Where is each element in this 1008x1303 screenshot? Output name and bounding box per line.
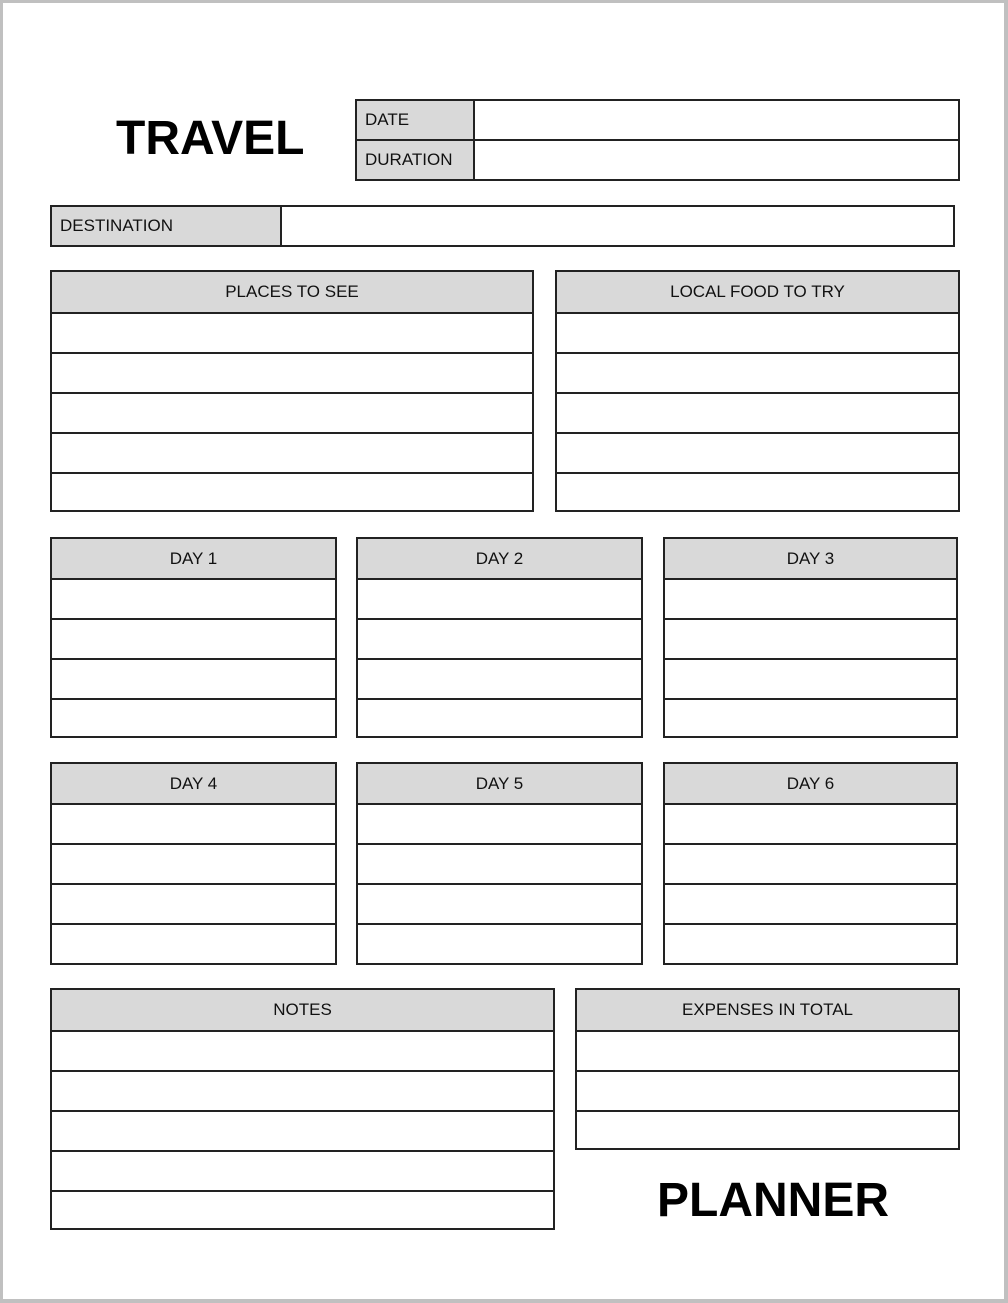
- duration-field[interactable]: [475, 141, 958, 179]
- notes-row[interactable]: [52, 1072, 553, 1112]
- date-field[interactable]: [475, 101, 958, 139]
- duration-label: DURATION: [357, 141, 475, 179]
- notes-row[interactable]: [52, 1152, 553, 1192]
- food-row[interactable]: [557, 434, 958, 474]
- destination-table: DESTINATION: [50, 205, 955, 247]
- planner-page: TRAVEL DATE DURATION DESTINATION PLACES …: [3, 3, 1004, 1299]
- day-3-header: DAY 3: [665, 539, 956, 580]
- day-4-header: DAY 4: [52, 764, 335, 805]
- notes-header: NOTES: [52, 990, 553, 1032]
- food-row[interactable]: [557, 474, 958, 510]
- notes-row[interactable]: [52, 1192, 553, 1228]
- local-food-table: LOCAL FOOD TO TRY: [555, 270, 960, 512]
- day-1-row[interactable]: [52, 620, 335, 660]
- day-5-header: DAY 5: [358, 764, 641, 805]
- places-row[interactable]: [52, 434, 532, 474]
- day-6-row[interactable]: [665, 805, 956, 845]
- day-1-row[interactable]: [52, 700, 335, 736]
- day-1-row[interactable]: [52, 580, 335, 620]
- notes-row[interactable]: [52, 1112, 553, 1152]
- day-6-table: DAY 6: [663, 762, 958, 965]
- day-2-row[interactable]: [358, 660, 641, 700]
- notes-row[interactable]: [52, 1032, 553, 1072]
- food-row[interactable]: [557, 394, 958, 434]
- destination-label: DESTINATION: [52, 207, 282, 245]
- day-5-row[interactable]: [358, 805, 641, 845]
- food-row[interactable]: [557, 314, 958, 354]
- day-2-row[interactable]: [358, 620, 641, 660]
- duration-row: DURATION: [357, 141, 958, 179]
- date-row: DATE: [357, 101, 958, 141]
- day-5-row[interactable]: [358, 925, 641, 963]
- day-4-row[interactable]: [52, 885, 335, 925]
- places-row[interactable]: [52, 394, 532, 434]
- day-2-row[interactable]: [358, 580, 641, 620]
- day-3-table: DAY 3: [663, 537, 958, 738]
- day-6-row[interactable]: [665, 885, 956, 925]
- day-4-row[interactable]: [52, 925, 335, 963]
- day-1-header: DAY 1: [52, 539, 335, 580]
- day-4-row[interactable]: [52, 845, 335, 885]
- day-6-header: DAY 6: [665, 764, 956, 805]
- expenses-header: EXPENSES IN TOTAL: [577, 990, 958, 1032]
- expenses-table: EXPENSES IN TOTAL: [575, 988, 960, 1150]
- date-duration-table: DATE DURATION: [355, 99, 960, 181]
- day-1-table: DAY 1: [50, 537, 337, 738]
- day-4-table: DAY 4: [50, 762, 337, 965]
- places-to-see-table: PLACES TO SEE: [50, 270, 534, 512]
- day-2-row[interactable]: [358, 700, 641, 736]
- day-3-row[interactable]: [665, 580, 956, 620]
- expenses-row[interactable]: [577, 1032, 958, 1072]
- local-food-header: LOCAL FOOD TO TRY: [557, 272, 958, 314]
- day-2-table: DAY 2: [356, 537, 643, 738]
- places-to-see-header: PLACES TO SEE: [52, 272, 532, 314]
- destination-row: DESTINATION: [52, 207, 953, 245]
- title-travel: TRAVEL: [116, 112, 305, 165]
- date-label: DATE: [357, 101, 475, 139]
- day-4-row[interactable]: [52, 805, 335, 845]
- day-3-row[interactable]: [665, 700, 956, 736]
- destination-field[interactable]: [282, 207, 953, 245]
- places-row[interactable]: [52, 354, 532, 394]
- food-row[interactable]: [557, 354, 958, 394]
- places-row[interactable]: [52, 314, 532, 354]
- day-3-row[interactable]: [665, 620, 956, 660]
- expenses-row[interactable]: [577, 1072, 958, 1112]
- day-5-row[interactable]: [358, 845, 641, 885]
- day-5-table: DAY 5: [356, 762, 643, 965]
- day-6-row[interactable]: [665, 925, 956, 963]
- day-6-row[interactable]: [665, 845, 956, 885]
- day-1-row[interactable]: [52, 660, 335, 700]
- day-2-header: DAY 2: [358, 539, 641, 580]
- places-row[interactable]: [52, 474, 532, 510]
- expenses-row[interactable]: [577, 1112, 958, 1148]
- notes-table: NOTES: [50, 988, 555, 1230]
- day-5-row[interactable]: [358, 885, 641, 925]
- title-planner: PLANNER: [657, 1174, 890, 1227]
- day-3-row[interactable]: [665, 660, 956, 700]
